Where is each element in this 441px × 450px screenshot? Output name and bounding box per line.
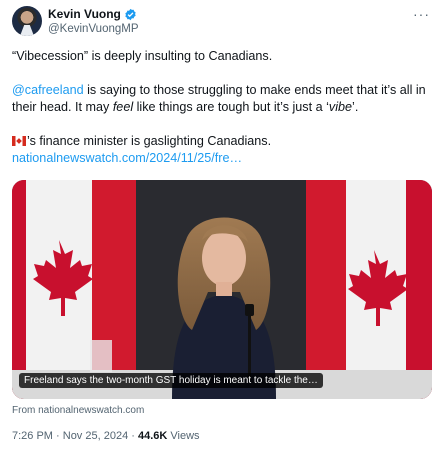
author-handle[interactable]: @KevinVuongMP [48, 23, 139, 35]
tweet-line-3: ’s finance minister is gaslighting Canad… [12, 133, 432, 150]
tweet-header: Kevin Vuong @KevinVuongMP ··· [12, 6, 432, 40]
tweet-date[interactable]: Nov 25, 2024 [63, 430, 128, 442]
tweet-line-2-part-c: ’. [352, 100, 359, 114]
views-count: 44.6K [137, 430, 168, 442]
avatar[interactable] [12, 6, 42, 36]
tweet-meta: 7:26 PM · Nov 25, 2024 · 44.6K Views [12, 430, 200, 442]
tweet-time[interactable]: 7:26 PM [12, 430, 53, 442]
tweet-line-2-part-b: like things are tough but it’s just a ‘ [133, 100, 329, 114]
mention-link[interactable]: @cafreeland [12, 83, 84, 97]
card-image [12, 180, 432, 399]
tweet-line-1: “Vibecession” is deeply insulting to Can… [12, 49, 273, 63]
meta-separator-2: · [128, 430, 138, 442]
tweet: Kevin Vuong @KevinVuongMP ··· “Vibecessi… [0, 0, 441, 450]
tweet-text: “Vibecession” is deeply insulting to Can… [12, 48, 432, 167]
card-source[interactable]: From nationalnewswatch.com [12, 405, 144, 416]
link-preview-card[interactable]: Freeland says the two-month GST holiday … [12, 180, 432, 399]
more-options-icon[interactable]: ··· [413, 6, 430, 22]
tweet-line-2: @cafreeland is saying to those strugglin… [12, 82, 432, 116]
views-label: Views [170, 430, 200, 442]
tweet-line-3-text: ’s finance minister is gaslighting Canad… [27, 134, 272, 148]
tweet-line-2-vibe: vibe [328, 100, 353, 114]
author-name[interactable]: Kevin Vuong [48, 7, 121, 21]
tweet-line-2-emphasis: feel [112, 100, 134, 114]
tweet-link-row: nationalnewswatch.com/2024/11/25/fre… [12, 150, 432, 167]
article-link[interactable]: nationalnewswatch.com/2024/11/25/fre… [12, 151, 242, 165]
meta-separator: · [52, 430, 63, 442]
verified-badge-icon [124, 8, 137, 21]
card-caption: Freeland says the two-month GST holiday … [19, 373, 323, 388]
author-name-row: Kevin Vuong [48, 7, 137, 21]
canada-flag-icon [12, 136, 26, 146]
